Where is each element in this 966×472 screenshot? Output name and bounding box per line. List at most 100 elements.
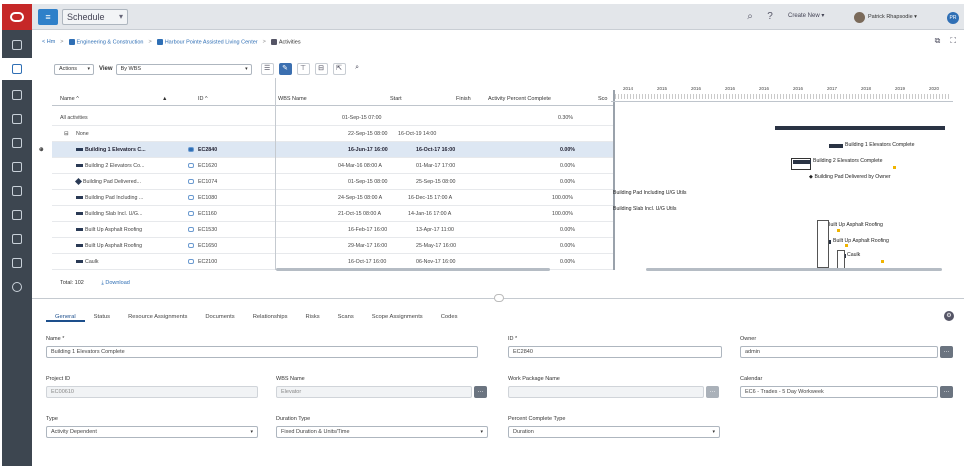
sidebar-item-risks[interactable] xyxy=(2,156,32,178)
table-row[interactable]: Built Up Asphalt Roofing EC1650 29-Mar-1… xyxy=(52,238,614,254)
table-row[interactable]: Built Up Asphalt Roofing EC1530 16-Feb-1… xyxy=(52,222,614,238)
table-row[interactable]: Building 2 Elevators Co... EC1620 04-Mar… xyxy=(52,158,614,174)
comment-icon[interactable] xyxy=(188,211,194,216)
comment-icon[interactable] xyxy=(188,147,194,152)
table-row[interactable]: Building Pad Delivered... EC1074 01-Sep-… xyxy=(52,174,614,190)
id-field[interactable]: EC2840 xyxy=(508,346,722,358)
schedule-app-icon[interactable]: ≡ xyxy=(38,9,58,25)
sidebar-item-reports[interactable] xyxy=(2,204,32,226)
breadcrumb-label: Engineering & Construction xyxy=(76,39,144,46)
calendar-field[interactable]: EC6 - Trades - 5 Day Workweek xyxy=(740,386,938,398)
table-row[interactable]: Building Slab Incl. U/G... EC1160 21-Oct… xyxy=(52,206,614,222)
column-header-more[interactable]: Sco xyxy=(598,96,607,102)
open-new-window-icon[interactable]: ⧉ xyxy=(935,36,941,46)
type-select-value: Activity Dependent xyxy=(51,429,97,435)
tab-relationships[interactable]: Relationships xyxy=(244,312,297,322)
tab-general[interactable]: General xyxy=(46,312,85,322)
tab-status[interactable]: Status xyxy=(85,312,119,322)
column-header-id[interactable]: ID ^ xyxy=(198,96,208,102)
comment-icon[interactable] xyxy=(188,195,194,200)
column-header-finish[interactable]: Finish xyxy=(456,96,471,102)
breadcrumb-link-project[interactable]: Harbour Pointe Assisted Living Center xyxy=(156,38,258,46)
find-button[interactable]: ⌕ xyxy=(350,63,364,75)
owner-field[interactable]: admin xyxy=(740,346,938,358)
gear-icon xyxy=(12,282,22,292)
gantt-marker xyxy=(881,260,884,263)
sidebar-item-portfolios[interactable] xyxy=(2,84,32,106)
create-new-button[interactable]: Create New ▾ xyxy=(788,12,824,19)
list-view-button[interactable]: ☰ xyxy=(260,63,274,75)
sidebar-item-analytics[interactable] xyxy=(2,228,32,250)
gear-icon[interactable]: ⚙ xyxy=(944,311,954,321)
type-select[interactable]: Activity Dependent ▾ xyxy=(46,426,258,438)
row-start: 01-Sep-15 08:00 xyxy=(348,179,388,185)
tab-scans[interactable]: Scans xyxy=(329,312,363,322)
gantt-bar[interactable] xyxy=(793,160,811,164)
grid-column-divider[interactable] xyxy=(275,78,276,270)
actions-dropdown[interactable]: Actions ▾ xyxy=(54,63,94,75)
comment-icon[interactable] xyxy=(188,259,194,264)
calendar-picker-button[interactable]: … xyxy=(940,386,953,398)
help-icon[interactable]: ? xyxy=(764,11,776,23)
table-row[interactable]: Building Pad Including ... EC1080 24-Sep… xyxy=(52,190,614,206)
sort-ascending-icon[interactable]: ▲ xyxy=(162,96,167,102)
breadcrumb-label: Harbour Pointe Assisted Living Center xyxy=(164,39,258,46)
sidebar-item-schedule[interactable] xyxy=(2,58,32,80)
wbs-picker-button[interactable]: … xyxy=(474,386,487,398)
grid-horizontal-scrollbar[interactable] xyxy=(276,268,550,271)
view-select[interactable]: By WBS ▾ xyxy=(115,63,252,75)
sidebar-item-settings[interactable] xyxy=(2,276,32,298)
sidebar-item-dashboard[interactable] xyxy=(2,34,32,56)
portfolio-icon xyxy=(12,90,22,100)
column-header-wbs[interactable]: WBS Name xyxy=(278,96,307,102)
breadcrumb-link-engineering[interactable]: Engineering & Construction xyxy=(68,38,144,46)
sidebar-item-resources[interactable] xyxy=(2,108,32,130)
user-menu[interactable]: Patrick Rhapsodie ▾ xyxy=(854,10,940,24)
gantt-bar[interactable] xyxy=(829,144,843,148)
expand-button[interactable]: ⇱ xyxy=(332,63,346,75)
row-indicator-icon: ⊕ xyxy=(39,147,44,153)
table-row[interactable]: ⊕ Building 1 Elevators C... EC2840 16-Ju… xyxy=(39,142,614,158)
filter-button[interactable]: ⊤ xyxy=(296,63,310,75)
column-header-start[interactable]: Start xyxy=(390,96,402,102)
sidebar-item-cost[interactable] xyxy=(2,132,32,154)
comment-icon[interactable] xyxy=(188,227,194,232)
group-button[interactable]: ⊟ xyxy=(314,63,328,75)
duration-type-select[interactable]: Fixed Duration & Units/Time ▾ xyxy=(276,426,488,438)
user-badge[interactable]: PR xyxy=(947,12,959,24)
splitter-handle[interactable] xyxy=(494,294,504,302)
comment-icon[interactable] xyxy=(188,179,194,184)
table-row-group[interactable]: ⊟ None 22-Sep-15 08:00 16-Oct-19 14:00 xyxy=(52,126,614,142)
table-row-summary[interactable]: All activities 01-Sep-15 07:00 0.30% xyxy=(52,110,614,126)
sidebar-item-files[interactable] xyxy=(2,252,32,274)
tab-risks[interactable]: Risks xyxy=(297,312,329,322)
column-header-percent[interactable]: Activity Percent Complete xyxy=(488,96,551,102)
app-title-dropdown[interactable]: Schedule ▾ xyxy=(62,9,128,25)
tab-scope-assignments[interactable]: Scope Assignments xyxy=(363,312,432,322)
view-select-value: By WBS xyxy=(120,65,142,72)
gantt-dependency-box xyxy=(837,250,845,270)
sidebar-item-documents[interactable] xyxy=(2,180,32,202)
comment-icon[interactable] xyxy=(188,243,194,248)
tab-codes[interactable]: Codes xyxy=(432,312,467,322)
fullscreen-icon[interactable]: ⛶ xyxy=(950,36,956,46)
percent-complete-type-select[interactable]: Duration ▾ xyxy=(508,426,720,438)
row-percent: 0.00% xyxy=(560,227,576,233)
comment-icon[interactable] xyxy=(188,163,194,168)
tab-resource-assignments[interactable]: Resource Assignments xyxy=(119,312,196,322)
gantt-horizontal-scrollbar[interactable] xyxy=(646,268,942,271)
tab-documents[interactable]: Documents xyxy=(196,312,243,322)
name-field[interactable]: Building 1 Elevators Complete xyxy=(46,346,478,358)
row-name-text: Building 1 Elevators C... xyxy=(85,147,146,153)
owner-picker-button[interactable]: … xyxy=(940,346,953,358)
download-link[interactable]: ⤓ Download xyxy=(101,280,129,286)
collapse-icon[interactable]: ⊟ xyxy=(64,131,68,137)
work-package-picker-button[interactable]: … xyxy=(706,386,719,398)
oracle-logo[interactable] xyxy=(2,4,32,30)
column-header-name[interactable]: Name ^ xyxy=(60,96,79,102)
breadcrumb-back-link[interactable]: < Hm xyxy=(42,39,55,45)
gantt-summary-bar[interactable] xyxy=(775,126,945,130)
search-icon[interactable]: ⌕ xyxy=(744,11,756,23)
gantt-view-button[interactable]: ✎ xyxy=(278,63,292,75)
row-name: Caulk xyxy=(76,259,99,265)
